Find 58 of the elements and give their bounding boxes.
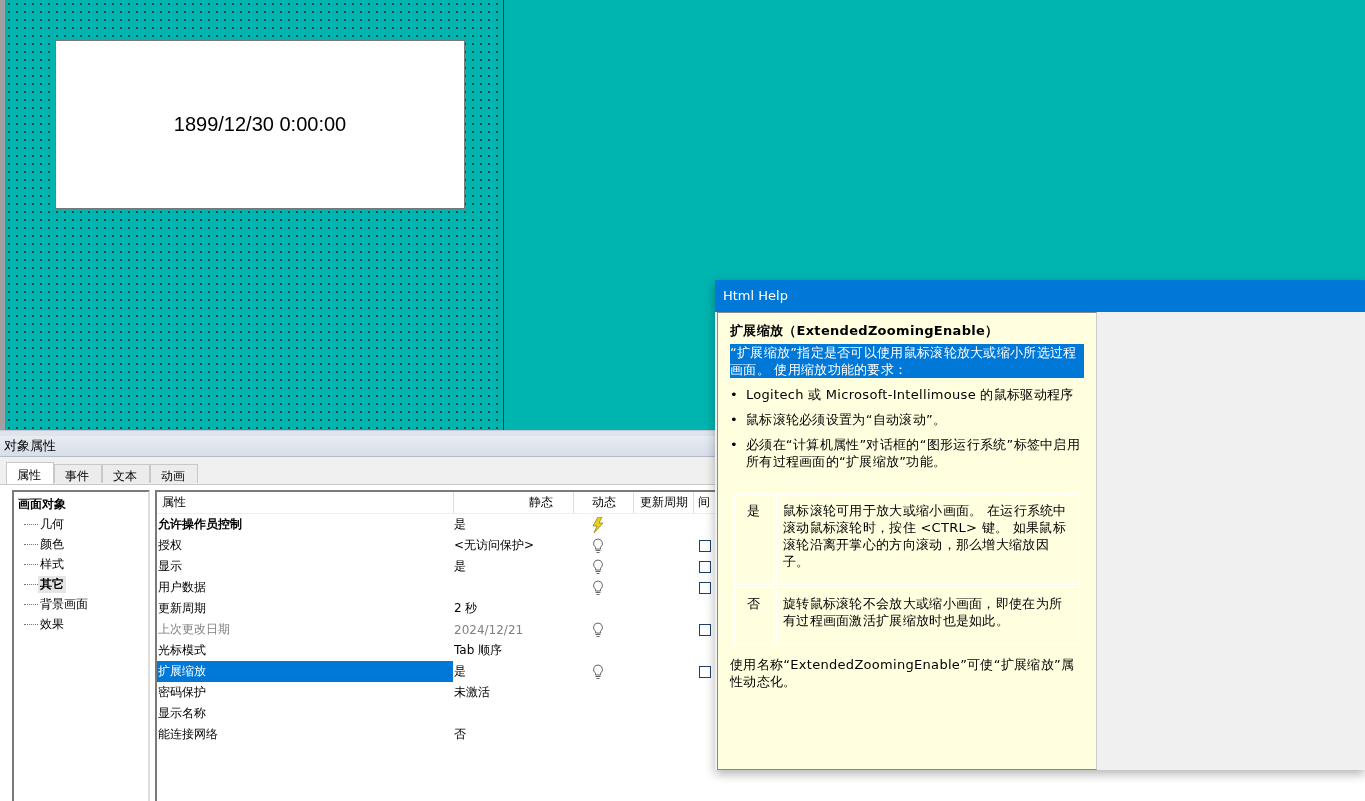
tree-item[interactable]: 样式: [38, 555, 66, 573]
tab[interactable]: 事件: [54, 464, 102, 483]
date-time-display: 1899/12/30 0:00:00: [55, 40, 465, 209]
tab[interactable]: 文本: [102, 464, 150, 483]
tree-item[interactable]: 几何: [38, 515, 66, 533]
checkbox[interactable]: [699, 581, 711, 594]
lightning-icon: [591, 516, 605, 533]
property-name[interactable]: 授权: [157, 535, 454, 556]
tree-item[interactable]: 其它: [38, 575, 66, 593]
column-header[interactable]: 静态: [454, 492, 574, 513]
static-value: 是: [454, 664, 466, 678]
bullet-item: 鼠标滚轮必须设置为“自动滚动”。: [745, 411, 947, 428]
lightbulb-icon: [592, 558, 604, 575]
help-paragraph: 使用名称“ExtendedZoomingEnable”可使“扩展缩放”属性动态化。: [730, 656, 1076, 690]
static-value: 2024/12/21: [454, 622, 524, 637]
column-header[interactable]: 动态: [574, 492, 634, 513]
table-cell: 鼠标滚轮可用于放大或缩小画面。 在运行系统中滚动鼠标滚轮时，按住 <CTRL> 键。 如果鼠标滚轮沿离开掌心的方向滚动，那么增大缩放因子。: [776, 494, 1080, 585]
column-header[interactable]: 更新周期: [634, 492, 694, 513]
property-name[interactable]: 用户数据: [157, 577, 454, 598]
static-value: 否: [454, 727, 466, 741]
property-name[interactable]: 显示: [157, 556, 454, 577]
table-cell: 旋转鼠标滚轮不会放大或缩小画面，即使在为所有过程画面激活扩展缩放时也是如此。: [776, 587, 1080, 644]
lightbulb-icon: [592, 621, 604, 638]
tree-item[interactable]: 背景画面: [38, 595, 90, 613]
property-name[interactable]: 显示名称: [157, 703, 454, 724]
static-value: 未激活: [454, 685, 490, 699]
property-name[interactable]: 密码保护: [157, 682, 454, 703]
static-value: <无访问保护>: [454, 538, 535, 552]
table-cell: 是: [734, 494, 774, 585]
property-name[interactable]: 扩展缩放: [157, 661, 453, 682]
bullet-marker: •: [730, 411, 738, 428]
lightbulb-icon: [592, 537, 604, 554]
static-value: 是: [454, 559, 466, 573]
column-header[interactable]: 属性: [157, 492, 454, 513]
checkbox[interactable]: [699, 539, 711, 552]
bullet-item: Logitech 或 Microsoft-Intellimouse 的鼠标驱动程序: [745, 386, 1074, 403]
help-heading: 扩展缩放（ExtendedZoomingEnable）: [730, 322, 1000, 339]
static-value: 是: [454, 517, 466, 531]
tree-item[interactable]: 效果: [38, 615, 66, 633]
checkbox[interactable]: [699, 560, 711, 573]
bullet-marker: •: [730, 386, 738, 403]
lightbulb-icon: [592, 579, 604, 596]
property-name[interactable]: 光标模式: [157, 640, 454, 661]
window-title: Html Help: [715, 280, 1365, 312]
tab[interactable]: 动画: [150, 464, 198, 483]
property-name[interactable]: 能连接网络: [157, 724, 454, 745]
bullet-marker: •: [730, 436, 738, 454]
tab[interactable]: 属性: [6, 462, 54, 484]
help-paragraph: “扩展缩放”指定是否可以使用鼠标滚轮放大或缩小所选过程画面。 使用缩放功能的要求：: [730, 344, 1084, 378]
property-name[interactable]: 更新周期: [157, 598, 454, 619]
tree-item[interactable]: 颜色: [38, 535, 66, 553]
property-name[interactable]: 允许操作员控制: [157, 514, 454, 535]
lightbulb-icon: [592, 663, 604, 680]
table-cell: 否: [734, 587, 774, 644]
static-value: 2 秒: [454, 601, 478, 615]
tree-item[interactable]: 画面对象: [18, 494, 144, 514]
static-value: Tab 顺序: [454, 643, 503, 657]
checkbox[interactable]: [699, 665, 711, 678]
